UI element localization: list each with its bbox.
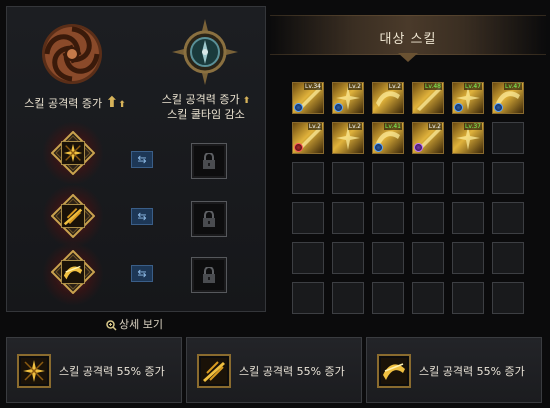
empty-skill-slot <box>372 242 404 274</box>
empty-skill-slot <box>292 162 324 194</box>
skill-burst-icon <box>21 358 47 384</box>
empty-skill-slot <box>372 202 404 234</box>
target-skill-icon[interactable]: Lv.2 <box>412 122 444 154</box>
lock-icon <box>203 211 215 227</box>
equipped-skill-slot-1[interactable] <box>51 131 95 175</box>
empty-skill-slot <box>332 282 364 314</box>
arrow-up-icon: ⬆ <box>105 93 119 111</box>
empty-skill-slot <box>412 162 444 194</box>
lock-icon <box>203 267 215 283</box>
purple-rune-badge-icon <box>414 143 423 152</box>
blue-rune-badge-icon <box>294 103 303 112</box>
target-skill-icon[interactable]: Lv.2 <box>332 82 364 114</box>
card-effect-text: 스킬 공격력 55% 증가 <box>419 365 525 378</box>
swap-button[interactable]: ⇆ <box>131 151 153 168</box>
skill-level-label: Lv.47 <box>504 83 522 90</box>
option-right-line1: 스킬 공격력 증가 <box>161 93 240 106</box>
effect-card-1: 스킬 공격력 55% 증가 <box>6 337 182 403</box>
empty-skill-slot <box>492 202 524 234</box>
skill-burst-icon <box>61 141 85 165</box>
compass-emblem-icon <box>172 19 238 85</box>
empty-skill-slot <box>332 162 364 194</box>
effect-card-3: 스킬 공격력 55% 증가 <box>366 337 542 403</box>
skill-level-label: Lv.2 <box>347 83 362 90</box>
locked-slot <box>191 257 227 293</box>
option-left-label: 스킬 공격력 증가 ⬆⬆ <box>15 95 135 112</box>
attack-spiral-icon <box>42 24 102 84</box>
empty-skill-slot <box>452 202 484 234</box>
target-skill-title: 대상 스킬 <box>379 32 437 47</box>
blue-rune-badge-icon <box>334 103 343 112</box>
option-left-text: 스킬 공격력 증가 <box>24 97 103 110</box>
skill-option-panel: 스킬 공격력 증가 ⬆⬆ 스킬 공격력 증가 ⬆ 스킬 쿨타임 감소 ⇆ ⇆ ⇆ <box>6 6 266 312</box>
card-skill-icon-frame <box>377 354 411 388</box>
option-right-line2: 스킬 쿨타임 감소 <box>167 108 245 121</box>
empty-skill-slot <box>372 162 404 194</box>
target-skill-icon[interactable]: Lv.37 <box>452 122 484 154</box>
effect-card-2: 스킬 공격력 55% 증가 <box>186 337 362 403</box>
empty-skill-slot <box>332 202 364 234</box>
empty-skill-slot <box>492 282 524 314</box>
empty-skill-slot <box>292 202 324 234</box>
target-skill-icon[interactable]: Lv.2 <box>372 82 404 114</box>
empty-skill-slot <box>492 122 524 154</box>
target-skill-icon[interactable]: Lv.48 <box>412 82 444 114</box>
detail-view-label: 상세 보기 <box>119 318 163 331</box>
empty-skill-slot <box>412 202 444 234</box>
zoom-icon <box>106 319 117 331</box>
option-right-label: 스킬 공격력 증가 ⬆ 스킬 쿨타임 감소 <box>147 93 265 122</box>
target-skill-icon[interactable]: Lv.41 <box>372 122 404 154</box>
skill-slash-icon <box>61 204 85 228</box>
arrow-up-icon: ⬆ <box>118 100 126 110</box>
locked-slot <box>191 201 227 237</box>
skill-level-label: Lv.47 <box>464 83 482 90</box>
target-skill-header: 대상 스킬 <box>270 15 546 62</box>
target-skill-icon[interactable]: Lv.47 <box>452 82 484 114</box>
blue-rune-badge-icon <box>374 143 383 152</box>
blue-rune-badge-icon <box>494 103 503 112</box>
equipped-skill-slot-2[interactable] <box>51 194 95 238</box>
skill-level-label: Lv.41 <box>384 123 402 130</box>
empty-skill-slot <box>452 162 484 194</box>
empty-skill-slot <box>372 282 404 314</box>
empty-skill-slot <box>332 242 364 274</box>
empty-skill-slot <box>492 162 524 194</box>
target-skill-icon[interactable]: Lv.2 <box>332 122 364 154</box>
skill-wave-icon <box>61 260 85 284</box>
blue-rune-badge-icon <box>454 103 463 112</box>
empty-skill-slot <box>452 242 484 274</box>
empty-skill-slot <box>412 282 444 314</box>
skill-level-label: Lv.2 <box>427 123 442 130</box>
empty-skill-slot <box>292 282 324 314</box>
card-effect-text: 스킬 공격력 55% 증가 <box>239 365 345 378</box>
empty-skill-slot <box>492 242 524 274</box>
card-skill-icon-frame <box>197 354 231 388</box>
target-skill-icon[interactable]: Lv.2 <box>292 122 324 154</box>
skill-level-label: Lv.37 <box>464 123 482 130</box>
skill-level-label: Lv.48 <box>424 83 442 90</box>
skill-level-label: Lv.2 <box>307 123 322 130</box>
red-rune-badge-icon <box>294 143 303 152</box>
empty-skill-slot <box>412 242 444 274</box>
swap-button[interactable]: ⇆ <box>131 265 153 282</box>
locked-slot <box>191 143 227 179</box>
equipped-skill-slot-3[interactable] <box>51 250 95 294</box>
target-skill-icon[interactable]: Lv.47 <box>492 82 524 114</box>
detail-view-link[interactable]: 상세 보기 <box>106 316 163 332</box>
target-skill-icon[interactable]: Lv.34 <box>292 82 324 114</box>
swap-button[interactable]: ⇆ <box>131 208 153 225</box>
empty-skill-slot <box>292 242 324 274</box>
card-skill-icon-frame <box>17 354 51 388</box>
lock-icon <box>203 153 215 169</box>
skill-wave-icon <box>381 358 407 384</box>
arrow-up-icon: ⬆ <box>239 96 251 106</box>
skill-slash-icon <box>201 358 227 384</box>
skill-level-label: Lv.2 <box>347 123 362 130</box>
header-notch-icon <box>398 53 418 62</box>
skill-level-label: Lv.34 <box>304 83 322 90</box>
skill-level-label: Lv.2 <box>387 83 402 90</box>
card-effect-text: 스킬 공격력 55% 증가 <box>59 365 165 378</box>
empty-skill-slot <box>452 282 484 314</box>
